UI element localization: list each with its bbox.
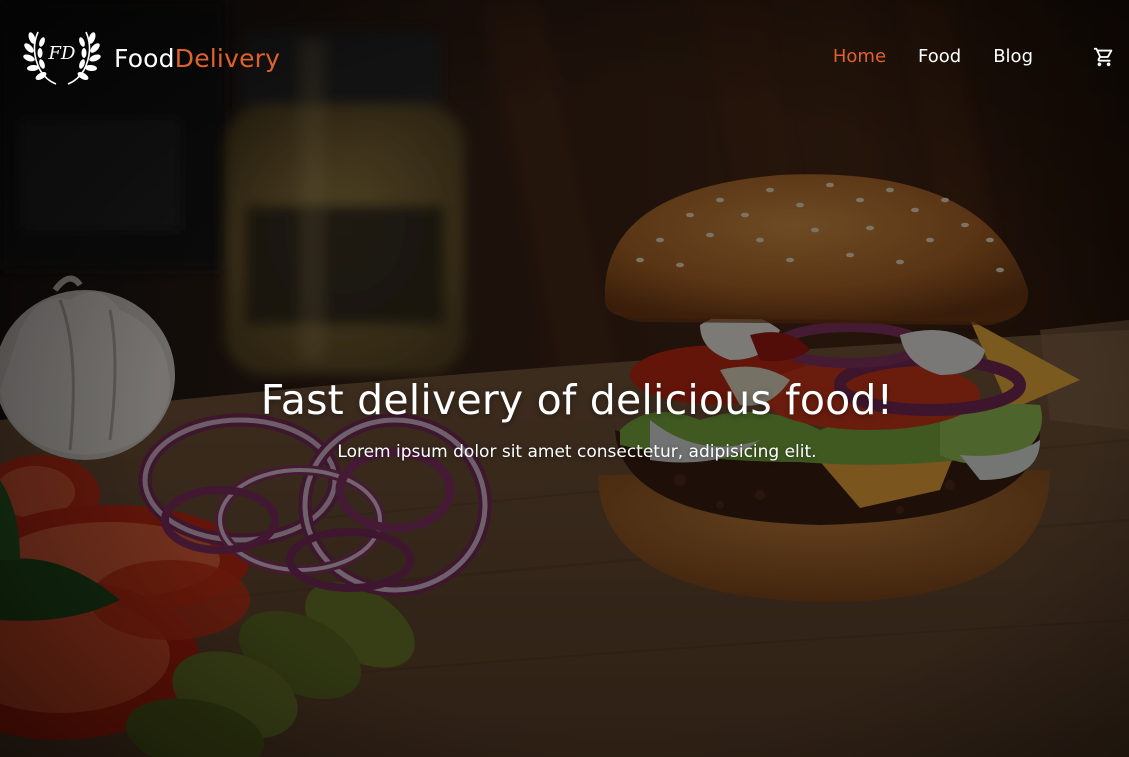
nav-link-blog[interactable]: Blog: [993, 40, 1033, 74]
nav-link-home[interactable]: Home: [833, 40, 886, 74]
logo-initials: FD: [48, 43, 76, 64]
site-header: FD FoodDelivery Home Food Blog: [0, 0, 1129, 112]
brand-name-part1: Food: [114, 43, 175, 73]
brand-logo-link[interactable]: FD FoodDelivery: [20, 26, 280, 90]
brand-name-part2: Delivery: [174, 43, 281, 73]
nav-link-food[interactable]: Food: [918, 40, 961, 74]
brand-name: FoodDelivery: [114, 44, 280, 73]
cart-link[interactable]: [1063, 46, 1115, 68]
laurel-wreath-logo-icon: FD: [23, 31, 101, 85]
hero-section: FD FoodDelivery Home Food Blog Fast deli…: [0, 0, 1129, 757]
main-nav: Home Food Blog: [801, 40, 1115, 74]
hero-title: Fast delivery of delicious food!: [260, 376, 894, 424]
hero-subtitle: Lorem ipsum dolor sit amet consectetur, …: [337, 442, 817, 462]
shopping-cart-icon: [1093, 47, 1113, 67]
